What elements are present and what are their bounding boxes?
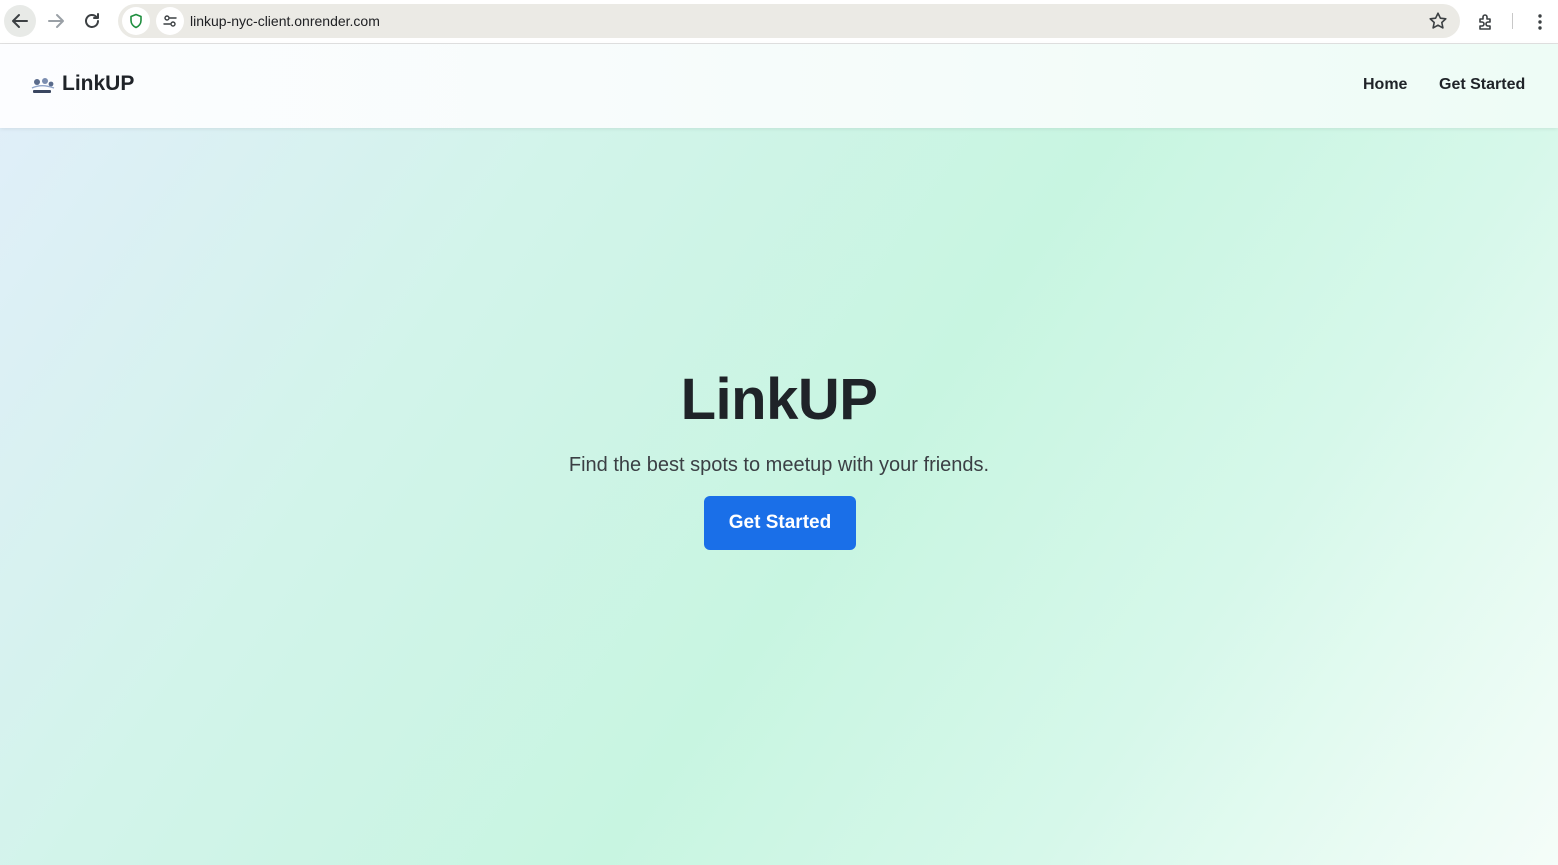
- hero-subtitle: Find the best spots to meetup with your …: [568, 454, 990, 476]
- star-icon: [1429, 12, 1447, 29]
- site-settings-icon: [163, 15, 177, 27]
- nav-link-home[interactable]: Home: [1363, 76, 1407, 94]
- hero-title: LinkUP: [680, 367, 878, 432]
- back-arrow-icon: [12, 14, 28, 28]
- nav-link-get-started[interactable]: Get Started: [1439, 76, 1525, 94]
- back-button[interactable]: [4, 5, 36, 37]
- toolbar-divider: [1512, 13, 1513, 29]
- site-settings-button[interactable]: [156, 7, 184, 35]
- url-text[interactable]: linkup-nyc-client.onrender.com: [190, 4, 380, 38]
- page-content: LinkUP Home Get Started LinkUP Find the …: [0, 44, 1558, 865]
- get-started-button[interactable]: Get Started: [704, 496, 856, 550]
- shield-icon: [130, 13, 142, 29]
- browser-menu-button[interactable]: [1526, 8, 1554, 36]
- extensions-button[interactable]: [1472, 8, 1500, 36]
- bookmark-button[interactable]: [1426, 9, 1450, 33]
- address-bar[interactable]: linkup-nyc-client.onrender.com: [118, 4, 1460, 38]
- brand-name[interactable]: LinkUP: [62, 72, 134, 96]
- site-security-button[interactable]: [122, 7, 150, 35]
- brand-logo-icon[interactable]: [30, 75, 56, 97]
- browser-toolbar: linkup-nyc-client.onrender.com: [0, 0, 1558, 44]
- kebab-menu-icon: [1538, 14, 1542, 30]
- forward-button[interactable]: [40, 5, 72, 37]
- reload-icon: [85, 13, 99, 28]
- extensions-icon: [1479, 14, 1491, 30]
- reload-button[interactable]: [76, 5, 108, 37]
- forward-arrow-icon: [48, 14, 64, 28]
- site-header: LinkUP Home Get Started: [0, 44, 1558, 128]
